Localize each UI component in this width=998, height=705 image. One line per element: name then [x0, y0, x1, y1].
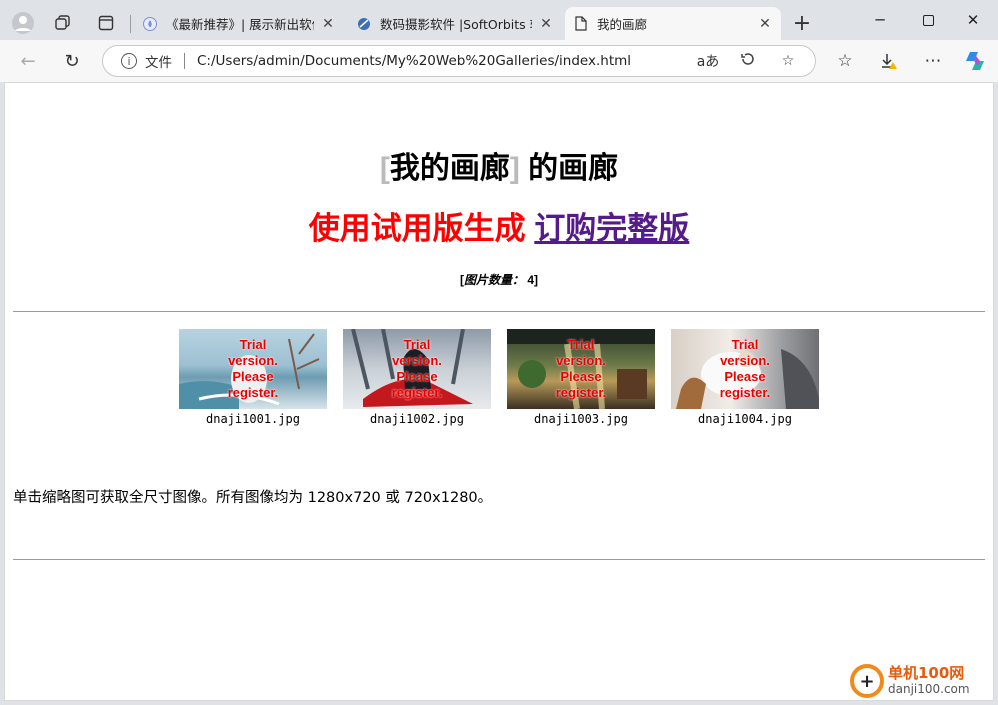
top-divider — [13, 311, 985, 312]
tab-newest-software[interactable]: 《最新推荐》| 展示新出软件 ✕ — [134, 7, 344, 40]
image-count: [图片数量： 4] — [459, 273, 539, 287]
bottom-divider — [13, 559, 985, 560]
site-watermark: + 单机100网 danji100.com — [850, 664, 970, 698]
image-count-label: 图片数量： — [463, 273, 524, 287]
softorbits-favicon-icon — [356, 16, 372, 32]
title-suffix: 的画廊 — [519, 152, 619, 185]
file-scheme-label: 文件 — [145, 55, 172, 71]
gallery-name: 我的画廊 — [389, 152, 510, 185]
image-count-value: 4 — [527, 273, 535, 287]
thumbnail-image[interactable]: Trial version. Please register. — [343, 329, 491, 409]
read-aloud-icon[interactable]: aあ — [695, 51, 721, 71]
info-icon[interactable]: i — [121, 53, 137, 69]
thumbnail-filename[interactable]: dnaji1004.jpg — [671, 412, 819, 426]
tab-actions-icon[interactable] — [92, 9, 120, 37]
address-bar[interactable]: i 文件 C:/Users/admin/Documents/My%20Web%2… — [102, 45, 816, 77]
thumbnail-filename[interactable]: dnaji1001.jpg — [179, 412, 327, 426]
back-arrow-icon[interactable]: ← — [14, 47, 42, 75]
tab-my-gallery[interactable]: 我的画廊 ✕ — [565, 7, 781, 40]
tab-softorbits[interactable]: 数码摄影软件 |SoftOrbits 软件 ✕ — [348, 7, 562, 40]
title-bracket-close: ] — [509, 152, 520, 185]
trial-watermark: Trial version. Please register. — [227, 337, 279, 400]
trial-notice: 使用试用版生成 订购完整版 — [5, 203, 993, 248]
site-watermark-name: 单机100网 — [888, 664, 965, 682]
tab-strip: 《最新推荐》| 展示新出软件 ✕ 数码摄影软件 |SoftOrbits 软件 ✕… — [0, 0, 998, 44]
trial-watermark: Trial version. Please register. — [391, 337, 443, 400]
thumbnail-image[interactable]: Trial version. Please register. — [507, 329, 655, 409]
thumbnail-item[interactable]: Trial version. Please register. dnaji1003.j… — [507, 329, 655, 426]
favorite-star-icon[interactable]: ☆ — [775, 53, 801, 69]
thumbnail-image[interactable]: Trial version. Please register. — [179, 329, 327, 409]
tab-close-icon[interactable]: ✕ — [320, 16, 336, 32]
site-watermark-domain: danji100.com — [888, 682, 970, 696]
thumbnail-image[interactable]: Trial version. Please register. — [671, 329, 819, 409]
tab-title: 《最新推荐》| 展示新出软件 — [166, 17, 314, 32]
gallery-description: 单击缩略图可获取全尺寸图像。所有图像均为 1280x720 或 720x1280… — [13, 490, 493, 506]
url-text[interactable]: C:/Users/admin/Documents/My%20Web%20Gall… — [197, 53, 695, 69]
downloads-icon[interactable] — [876, 49, 902, 73]
address-separator — [184, 53, 185, 69]
refresh-icon[interactable]: ↻ — [58, 47, 86, 75]
thumbnail-filename[interactable]: dnaji1002.jpg — [343, 412, 491, 426]
close-window-icon[interactable]: ✕ — [948, 0, 998, 40]
title-bracket-open: [ — [379, 152, 390, 185]
workspaces-icon[interactable] — [49, 9, 77, 37]
copilot-icon[interactable] — [962, 49, 988, 73]
thumbnail-filename[interactable]: dnaji1003.jpg — [507, 412, 655, 426]
immersive-reader-icon[interactable] — [735, 51, 761, 71]
minimize-icon[interactable]: ─ — [855, 0, 905, 40]
more-menu-icon[interactable]: ⋯ — [920, 49, 946, 73]
new-tab-plus-icon[interactable]: + — [788, 9, 816, 37]
tab-close-icon[interactable]: ✕ — [538, 16, 554, 32]
maximize-icon[interactable] — [903, 0, 953, 40]
profile-avatar-icon[interactable] — [9, 9, 37, 37]
trial-watermark: Trial version. Please register. — [555, 337, 607, 400]
thumbnail-item[interactable]: Trial version. Please register. dnaji1002.j… — [343, 329, 491, 426]
thumbnail-item[interactable]: Trial version. Please register. dnaji1001.j… — [179, 329, 327, 426]
drop-favicon-icon — [142, 16, 158, 32]
tab-close-icon[interactable]: ✕ — [757, 16, 773, 32]
thumbnail-item[interactable]: Trial version. Please register. dnaji1004.j… — [671, 329, 819, 426]
page-favicon-icon — [573, 16, 589, 32]
page-title: [我的画廊] 的画廊 — [5, 143, 993, 187]
trial-watermark: Trial version. Please register. — [719, 337, 771, 400]
tab-separator — [130, 15, 131, 33]
tab-title: 数码摄影软件 |SoftOrbits 软件 — [380, 17, 532, 32]
site-watermark-logo-icon: + — [850, 664, 884, 698]
tab-title: 我的画廊 — [597, 17, 648, 32]
trial-text: 使用试用版生成 — [308, 211, 526, 246]
favorites-list-icon[interactable]: ☆ — [832, 49, 858, 73]
page-content: [我的画廊] 的画廊 使用试用版生成 订购完整版 [图片数量： 4] Trial… — [4, 82, 994, 701]
order-full-version-link[interactable]: 订购完整版 — [534, 211, 689, 246]
